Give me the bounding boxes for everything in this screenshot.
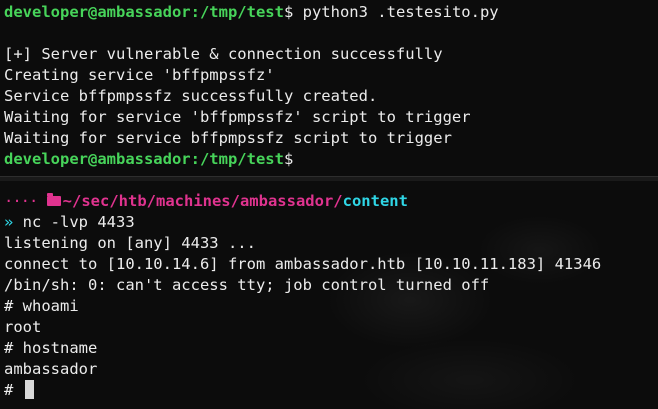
output-line: Creating service 'bffpmpssfz' [4, 66, 275, 84]
command-text: nc -lvp 4433 [13, 213, 135, 231]
prompt-path: :/tmp/test [190, 150, 284, 168]
output-line: Service bffpmpssfz successfully created. [4, 87, 378, 105]
shell-input-line[interactable]: # [4, 380, 34, 401]
output-line: ambassador [4, 360, 98, 378]
folder-icon [46, 193, 61, 206]
path-prompt-line: ···· ~/sec/htb/machines/ambassador/conte… [4, 191, 408, 212]
path-current-dir: content [342, 192, 408, 210]
terminal-pane-bottom[interactable]: ···· ~/sec/htb/machines/ambassador/conte… [0, 180, 658, 409]
output-line: root [4, 318, 42, 336]
output-line: listening on [any] 4433 ... [4, 234, 256, 252]
path-prefix: ~/sec/htb/machines/ambassador/ [62, 192, 343, 210]
output-line: # whoami [4, 297, 79, 315]
output-line: Waiting for service bffpmpssfz script to… [4, 129, 452, 147]
output-line: Waiting for service 'bffpmpssfz' script … [4, 108, 471, 126]
prompt-user: developer@ambassador [4, 3, 191, 21]
command-line: developer@ambassador:/tmp/test$ python3 … [4, 2, 499, 23]
prompt-symbol: $ [283, 3, 294, 21]
output-line: connect to [10.10.14.6] from ambassador.… [4, 255, 602, 273]
prompt-user: developer@ambassador [4, 150, 191, 168]
output-line: [+] Server vulnerable & connection succe… [4, 45, 443, 63]
command-line: » nc -lvp 4433 [4, 212, 135, 233]
text-cursor [24, 380, 34, 399]
output-line: /bin/sh: 0: can't access tty; job contro… [4, 276, 490, 294]
terminal-pane-top[interactable]: developer@ambassador:/tmp/test$ python3 … [0, 0, 658, 176]
final-prompt-line: developer@ambassador:/tmp/test$ [4, 149, 293, 170]
shell-prompt: # [4, 381, 23, 399]
command-text: python3 .testesito.py [293, 3, 499, 21]
prompt-path: :/tmp/test [190, 3, 284, 21]
prompt-arrow-icon: » [4, 213, 14, 231]
prompt-dots: ···· [4, 192, 38, 210]
output-line: # hostname [4, 339, 98, 357]
prompt-symbol: $ [283, 150, 294, 168]
